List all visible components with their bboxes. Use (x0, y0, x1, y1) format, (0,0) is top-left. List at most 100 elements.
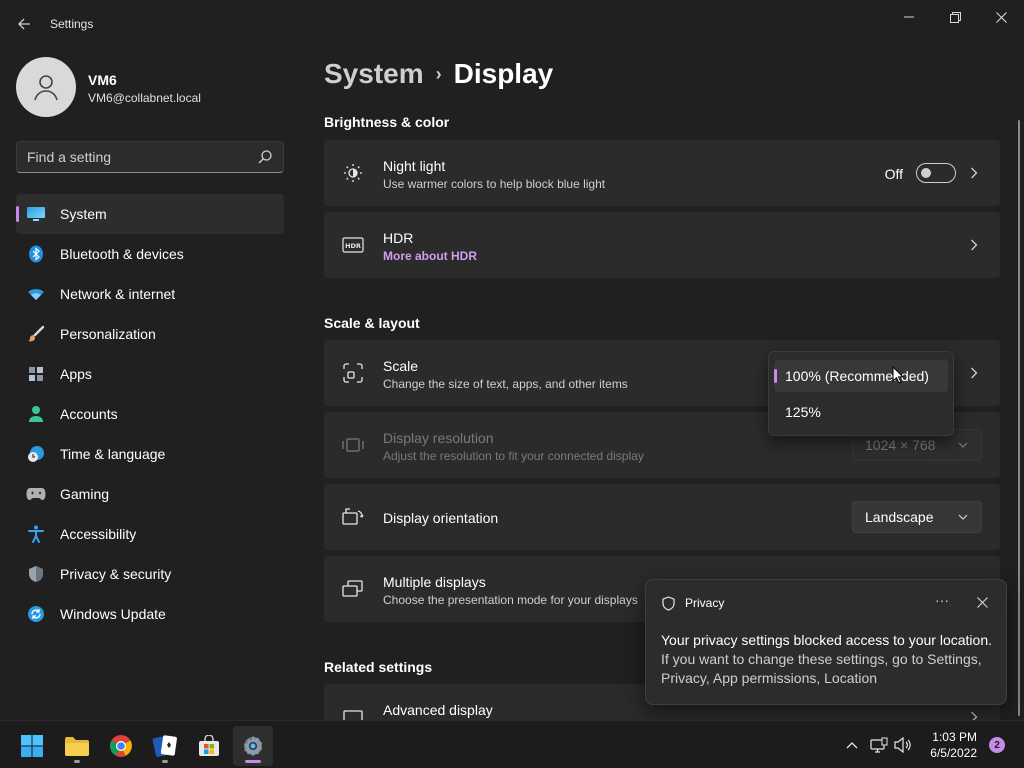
taskbar-solitaire[interactable] (145, 726, 185, 766)
taskbar-settings[interactable] (233, 726, 273, 766)
orientation-title: Display orientation (383, 510, 499, 526)
sidebar-item-label: Apps (60, 366, 92, 382)
active-indicator (245, 760, 261, 763)
sidebar-item-privacy-security[interactable]: Privacy & security (16, 554, 284, 594)
chevron-right-icon[interactable] (968, 167, 980, 179)
chevron-down-icon (958, 442, 968, 448)
night-light-card[interactable]: Night light Use warmer colors to help bl… (324, 140, 1000, 206)
night-light-toggle[interactable] (916, 163, 956, 183)
sidebar-nav: System Bluetooth & devices Network & int… (16, 194, 284, 634)
search-input[interactable] (27, 148, 247, 166)
scale-dropdown-list: 100% (Recommended) 125% (768, 351, 954, 436)
close-button[interactable] (978, 6, 1024, 28)
sidebar-item-network-internet[interactable]: Network & internet (16, 274, 284, 314)
clock-time: 1:03 PM (932, 730, 977, 744)
multiple-displays-icon (342, 578, 364, 600)
back-arrow-icon (18, 18, 30, 30)
solitaire-icon (152, 735, 177, 757)
more-options-button[interactable]: ··· (932, 592, 952, 612)
start-button[interactable] (12, 726, 52, 766)
sidebar-item-windows-update[interactable]: Windows Update (16, 594, 284, 634)
mouse-cursor-icon (892, 366, 904, 384)
taskbar: 1:03 PM 6/5/2022 2 (0, 720, 1024, 768)
hdr-icon: HDR (342, 234, 364, 256)
sidebar-item-accessibility[interactable]: Accessibility (16, 514, 284, 554)
minimize-icon (904, 16, 914, 18)
night-light-subtitle: Use warmer colors to help block blue lig… (383, 177, 606, 191)
scale-option-100[interactable]: 100% (Recommended) (774, 360, 948, 392)
notification-body-line1: Your privacy settings blocked access to … (661, 632, 992, 648)
window-title: Settings (50, 17, 94, 31)
taskbar-store[interactable] (189, 726, 229, 766)
scale-option-125[interactable]: 125% (774, 396, 948, 428)
back-button[interactable] (12, 12, 36, 36)
sidebar-item-label: Windows Update (60, 606, 166, 622)
taskbar-clock[interactable]: 1:03 PM 6/5/2022 (930, 729, 977, 761)
sidebar-item-accounts[interactable]: Accounts (16, 394, 284, 434)
orientation-dropdown[interactable]: Landscape (852, 501, 982, 533)
sidebar-item-bluetooth-devices[interactable]: Bluetooth & devices (16, 234, 284, 274)
show-hidden-icons-button[interactable] (842, 735, 862, 755)
shield-icon (662, 596, 675, 611)
chevron-right-icon[interactable] (968, 239, 980, 251)
sidebar-item-label: Gaming (60, 486, 110, 502)
scale-title: Scale (383, 358, 419, 374)
close-icon[interactable] (977, 597, 988, 608)
sidebar-item-label: System (60, 206, 107, 222)
restore-icon (949, 11, 961, 23)
search-box[interactable] (16, 141, 284, 173)
night-light-state: Off (884, 166, 903, 182)
volume-button[interactable] (893, 735, 913, 755)
breadcrumb-parent[interactable]: System (324, 58, 424, 90)
display-orientation-card: Display orientation Landscape (324, 484, 1000, 550)
resolution-value: 1024 × 768 (865, 437, 936, 453)
running-indicator (74, 760, 80, 763)
monitor-icon (26, 204, 46, 224)
network-status-button[interactable] (869, 735, 889, 755)
taskbar-chrome[interactable] (101, 726, 141, 766)
breadcrumb-separator: › (435, 63, 442, 84)
section-title-brightness: Brightness & color (324, 114, 450, 130)
running-indicator (162, 760, 168, 763)
orientation-value: Landscape (865, 509, 934, 525)
minimize-button[interactable] (886, 6, 932, 28)
start-icon (21, 735, 43, 757)
chrome-icon (110, 735, 132, 757)
clock-date: 6/5/2022 (930, 746, 977, 760)
sidebar-item-time-language[interactable]: Time & language (16, 434, 284, 474)
sidebar-item-apps[interactable]: Apps (16, 354, 284, 394)
notification-count-badge[interactable]: 2 (989, 737, 1005, 753)
user-name: VM6 (88, 72, 117, 88)
sidebar-item-personalization[interactable]: Personalization (16, 314, 284, 354)
brush-icon (26, 324, 46, 344)
sidebar-item-label: Privacy & security (60, 566, 172, 582)
scrollbar[interactable] (1018, 120, 1020, 716)
chevron-down-icon (958, 514, 968, 520)
search-icon[interactable] (257, 149, 273, 165)
avatar[interactable] (16, 57, 76, 117)
restore-button[interactable] (932, 6, 978, 28)
page-title: Display (453, 58, 554, 89)
chevron-right-icon[interactable] (968, 367, 980, 379)
chevron-up-icon (846, 742, 858, 749)
gamepad-icon (26, 484, 46, 504)
sidebar-item-label: Bluetooth & devices (60, 246, 184, 262)
hdr-card[interactable]: HDR HDR More about HDR (324, 212, 1000, 278)
hdr-link[interactable]: More about HDR (383, 249, 477, 263)
night-light-icon (342, 162, 364, 184)
notification-body: Your privacy settings blocked access to … (661, 631, 996, 688)
privacy-notification: Privacy ··· Your privacy settings blocke… (645, 579, 1007, 705)
sidebar-item-label: Personalization (60, 326, 156, 342)
notification-body-line2: If you want to change these settings, go… (661, 651, 982, 686)
taskbar-file-explorer[interactable] (57, 726, 97, 766)
resolution-icon (342, 434, 364, 456)
sidebar-item-gaming[interactable]: Gaming (16, 474, 284, 514)
shield-icon (26, 564, 46, 584)
night-light-title: Night light (383, 158, 446, 174)
scale-subtitle: Change the size of text, apps, and other… (383, 377, 628, 391)
update-icon (26, 604, 46, 624)
resolution-subtitle: Adjust the resolution to fit your connec… (383, 449, 644, 463)
wifi-icon (26, 284, 46, 304)
sidebar-item-system[interactable]: System (16, 194, 284, 234)
clock-globe-icon (26, 444, 46, 464)
